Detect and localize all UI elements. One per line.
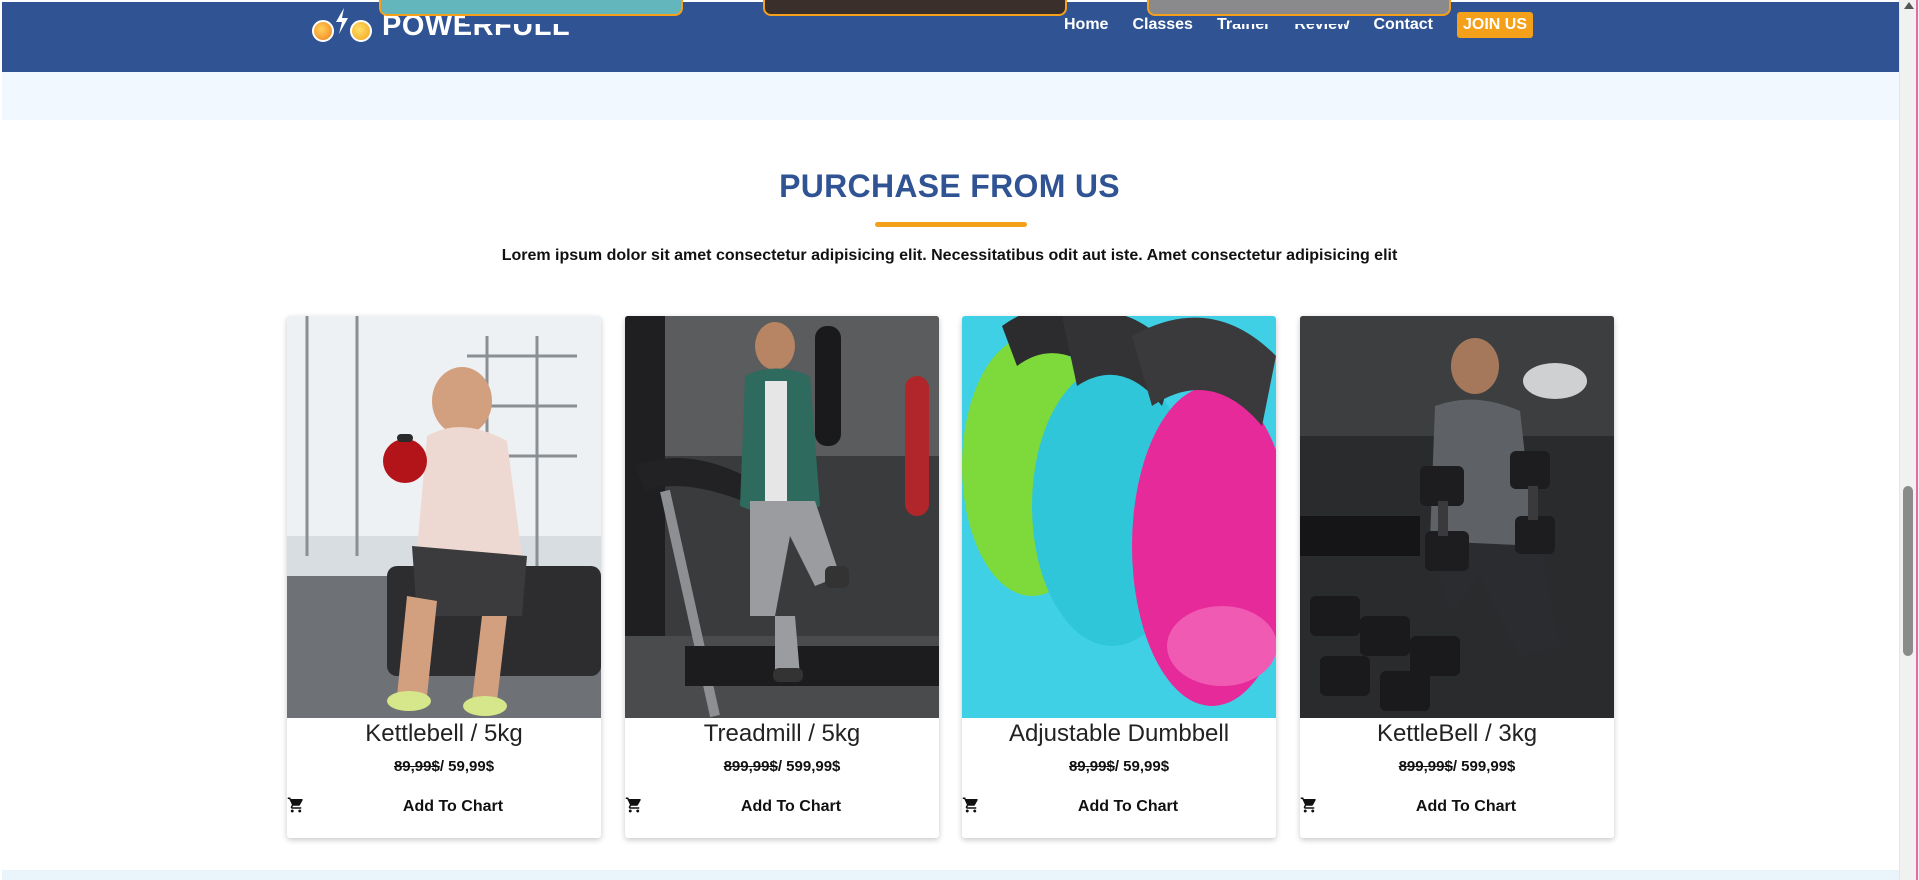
- add-to-cart-row: Add To Chart: [625, 794, 939, 820]
- previous-card-bar: [849, 16, 961, 24]
- product-price: 899,99$/ 599,99$: [1300, 758, 1614, 775]
- new-price: / 599,99$: [777, 758, 841, 775]
- add-to-chart-button[interactable]: Add To Chart: [287, 798, 601, 816]
- add-to-cart-row: Add To Chart: [1300, 794, 1614, 820]
- scroll-up-arrow-icon[interactable]: [1904, 2, 1914, 9]
- product-card: Treadmill / 5kg 899,99$/ 599,99$ Add To …: [625, 316, 939, 838]
- product-card: Kettlebell / 5kg 89,99$/ 59,99$ Add To C…: [287, 316, 601, 838]
- old-price: 89,99$: [393, 758, 440, 775]
- product-name: KettleBell / 3kg: [1376, 720, 1538, 747]
- product-name: Adjustable Dumbbell: [1008, 720, 1230, 747]
- scrollbar-thumb[interactable]: [1903, 486, 1913, 656]
- product-name: Treadmill / 5kg: [703, 720, 861, 747]
- previous-card-bar: [1233, 16, 1345, 24]
- new-price: / 59,99$: [439, 758, 495, 775]
- old-price: 89,99$: [1068, 758, 1115, 775]
- title-underline: [875, 222, 1027, 227]
- product-image: [962, 316, 1276, 718]
- old-price: 899,99$: [723, 758, 778, 775]
- previous-card-image: [379, 0, 683, 16]
- nav-contact-link[interactable]: Contact: [1373, 16, 1433, 34]
- window-edge: [1916, 0, 1918, 880]
- product-card: KettleBell / 3kg 899,99$/ 599,99$ Add To…: [1300, 316, 1614, 838]
- product-name: Kettlebell / 5kg: [365, 720, 523, 747]
- old-price: 899,99$: [1398, 758, 1453, 775]
- previous-section: [2, 72, 1899, 120]
- next-section-edge: [2, 870, 1899, 880]
- product-price: 899,99$/ 599,99$: [625, 758, 939, 775]
- add-to-chart-button[interactable]: Add To Chart: [1300, 798, 1614, 816]
- product-price: 89,99$/ 59,99$: [962, 758, 1276, 775]
- add-to-cart-row: Add To Chart: [962, 794, 1276, 820]
- product-image: [625, 316, 939, 718]
- new-price: / 59,99$: [1114, 758, 1170, 775]
- previous-card-image: [763, 0, 1067, 16]
- join-us-button[interactable]: JOIN US: [1457, 12, 1534, 38]
- product-image: [1300, 316, 1614, 718]
- section-description: Lorem ipsum dolor sit amet consectetur a…: [501, 247, 1398, 264]
- nav-home-link[interactable]: Home: [1064, 16, 1108, 34]
- section-title: PURCHASE FROM US: [779, 168, 1120, 204]
- previous-card-image: [1147, 0, 1451, 16]
- add-to-chart-button[interactable]: Add To Chart: [962, 798, 1276, 816]
- product-card: Adjustable Dumbbell 89,99$/ 59,99$ Add T…: [962, 316, 1276, 838]
- add-to-cart-row: Add To Chart: [287, 794, 601, 820]
- new-price: / 599,99$: [1452, 758, 1516, 775]
- product-image: [287, 316, 601, 718]
- add-to-chart-button[interactable]: Add To Chart: [625, 798, 939, 816]
- previous-card-bar: [465, 16, 577, 24]
- nav-classes-link[interactable]: Classes: [1132, 16, 1193, 34]
- product-price: 89,99$/ 59,99$: [287, 758, 601, 775]
- logo-icon: [310, 8, 376, 44]
